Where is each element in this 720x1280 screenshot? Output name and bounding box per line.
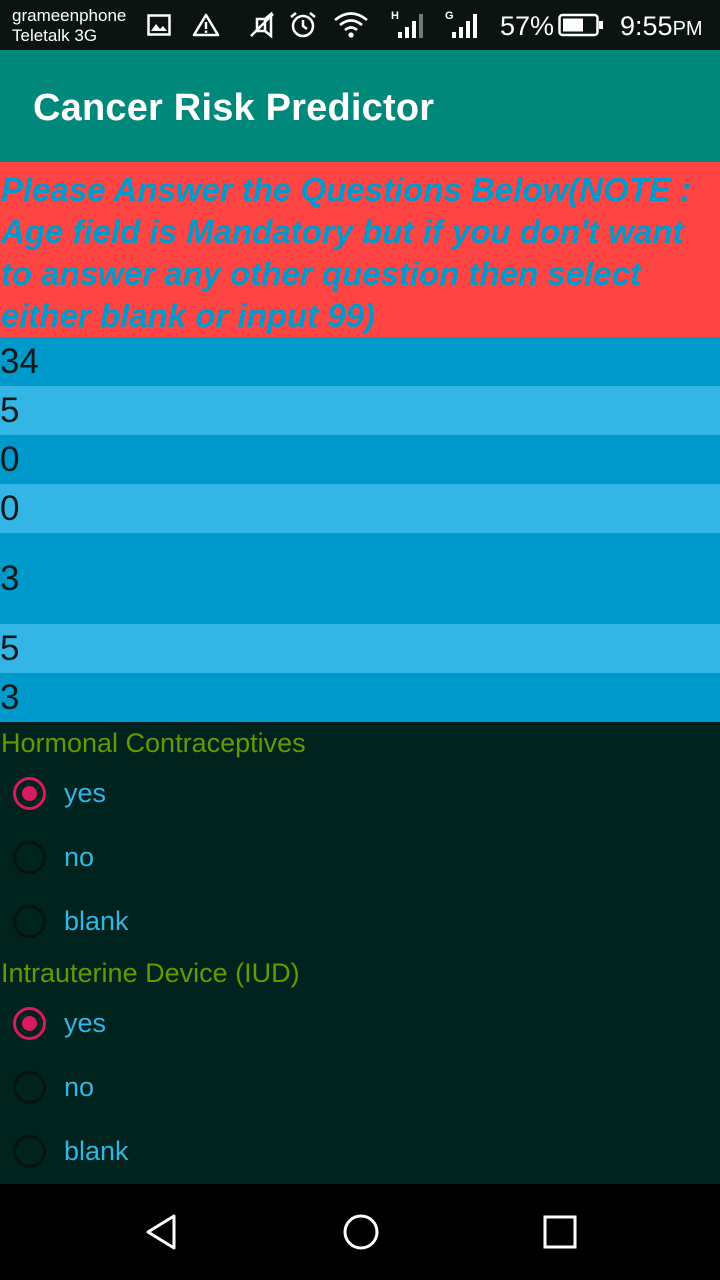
radio-checked-icon[interactable]	[13, 1006, 46, 1040]
radio-label: yes	[64, 778, 107, 808]
signal-2-label: G	[445, 10, 454, 22]
carrier-2: Teletalk 3G	[12, 26, 98, 45]
wifi-icon	[332, 8, 370, 42]
radio-checked-icon[interactable]	[13, 776, 46, 810]
hormonal-option-blank[interactable]: blank	[0, 890, 720, 952]
clock-suffix: PM	[672, 18, 703, 40]
carrier-info: grameenphone Teletalk 3G	[12, 6, 126, 46]
hormonal-option-yes[interactable]: yes	[0, 762, 720, 824]
age-input[interactable]: 34	[0, 337, 720, 386]
radio-label: no	[64, 842, 95, 872]
home-icon[interactable]	[333, 1204, 389, 1260]
clock-time: 9:55	[620, 11, 673, 41]
instructions-note: Please Answer the Questions Below(NOTE :…	[0, 162, 720, 337]
radio-label: blank	[64, 906, 129, 936]
carrier-1: grameenphone	[12, 6, 127, 25]
radio-label: blank	[64, 1136, 129, 1166]
radio-label: yes	[64, 1008, 107, 1038]
clock: 9:55PM	[620, 10, 703, 45]
status-bar: grameenphone Teletalk 3G H G 57% 9:55PM	[0, 0, 720, 50]
signal-1-label: H	[391, 10, 399, 22]
app-bar: Cancer Risk Predictor	[0, 50, 720, 162]
navigation-bar	[0, 1184, 720, 1280]
number-input[interactable]: 0	[0, 484, 720, 533]
number-input[interactable]: 3	[0, 673, 720, 722]
recents-icon[interactable]	[532, 1204, 588, 1260]
radio-unchecked-icon[interactable]	[13, 1134, 46, 1168]
number-input[interactable]: 5	[0, 386, 720, 435]
screen: grameenphone Teletalk 3G H G 57% 9:55PM …	[0, 0, 720, 1280]
battery-percent: 57%	[500, 11, 555, 41]
iud-option-no[interactable]: no	[0, 1056, 720, 1118]
number-input[interactable]: 0	[0, 435, 720, 484]
number-input[interactable]: 3	[0, 533, 720, 624]
iud-option-yes[interactable]: yes	[0, 992, 720, 1054]
radio-unchecked-icon[interactable]	[13, 904, 46, 938]
mute-icon	[246, 8, 278, 42]
back-icon[interactable]	[134, 1204, 190, 1260]
radio-unchecked-icon[interactable]	[13, 840, 46, 874]
hormonal-contraceptives-label: Hormonal Contraceptives	[1, 728, 306, 758]
iud-label: Intrauterine Device (IUD)	[1, 958, 300, 988]
app-title: Cancer Risk Predictor	[33, 87, 435, 129]
radio-unchecked-icon[interactable]	[13, 1070, 46, 1104]
alarm-icon	[286, 8, 320, 42]
radio-label: no	[64, 1072, 95, 1102]
signal-icon: H	[386, 8, 430, 42]
signal-icon: G	[440, 8, 484, 42]
warning-icon	[191, 8, 221, 42]
battery-icon	[557, 8, 605, 42]
number-input[interactable]: 5	[0, 624, 720, 673]
iud-option-blank[interactable]: blank	[0, 1120, 720, 1182]
hormonal-option-no[interactable]: no	[0, 826, 720, 888]
image-icon	[145, 8, 173, 42]
